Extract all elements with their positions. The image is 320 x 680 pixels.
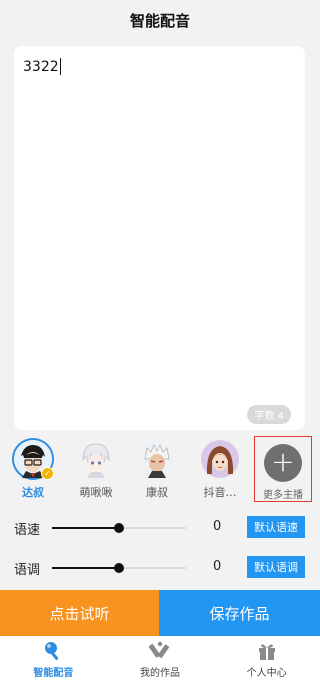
avatar-mengjiujiu — [77, 440, 115, 478]
gift-icon — [258, 644, 275, 660]
speed-value: 0 — [213, 519, 222, 534]
speed-slider-fill — [52, 527, 119, 529]
speed-row: 语速 0 默认语速 — [0, 510, 320, 546]
page-title: 智能配音 — [129, 11, 190, 30]
avatar-dashu: ✓ — [14, 440, 54, 480]
pitch-value: 0 — [213, 559, 222, 574]
pitch-row: 语调 0 默认语调 — [0, 550, 320, 586]
editor-text-line[interactable]: 3322 — [23, 58, 61, 75]
pitch-slider[interactable] — [52, 563, 186, 573]
tab-label: 智能配音 — [33, 668, 74, 679]
default-pitch-button[interactable]: 默认语调 — [247, 556, 305, 578]
more-voices-label: 更多主播 — [263, 490, 303, 501]
pitch-slider-fill — [52, 567, 119, 569]
avatar-douyin — [201, 440, 239, 478]
speed-slider-thumb[interactable] — [114, 523, 124, 533]
text-caret — [59, 58, 61, 75]
voice-item-mengjiujiu[interactable]: 萌啾啾 — [67, 440, 125, 500]
char-count-badge: 字数 4 — [247, 405, 291, 424]
action-bar: 点击试听 保存作品 — [0, 590, 320, 636]
voice-label: 康叔 — [146, 486, 168, 499]
tab-profile[interactable]: 个人中心 — [213, 636, 320, 680]
pitch-slider-thumb[interactable] — [114, 563, 124, 573]
editor-text: 3322 — [23, 58, 59, 75]
speed-slider[interactable] — [52, 523, 186, 533]
plus-icon: + — [264, 444, 302, 482]
selected-check-icon: ✓ — [41, 467, 54, 480]
header: 智能配音 — [0, 0, 320, 40]
voice-label: 达叔 — [22, 486, 44, 499]
tab-label: 我的作品 — [140, 668, 180, 679]
voice-label: 抖音… — [203, 486, 237, 499]
default-speed-button[interactable]: 默认语速 — [247, 516, 305, 538]
avatar-kangshu — [138, 440, 176, 478]
more-voices-button[interactable]: + 更多主播 — [254, 436, 312, 502]
voice-item-dashu[interactable]: ✓ 达叔 — [4, 440, 62, 500]
my-works-icon — [149, 641, 170, 659]
preview-button[interactable]: 点击试听 — [0, 590, 159, 636]
tab-smart-dub[interactable]: 智能配音 — [0, 636, 107, 680]
voice-selector: ✓ 达叔 萌啾啾 康叔 抖音… + 更多主播 — [0, 436, 320, 502]
bottom-tab-bar: 智能配音 我的作品 个人中心 — [0, 636, 320, 680]
tab-my-works[interactable]: 我的作品 — [107, 636, 214, 680]
voice-item-douyin[interactable]: 抖音… — [191, 440, 249, 500]
tab-label: 个人中心 — [246, 668, 287, 679]
voice-item-kangshu[interactable]: 康叔 — [128, 440, 186, 500]
text-editor[interactable]: 3322 字数 4 — [14, 46, 305, 430]
speed-label: 语速 — [14, 523, 41, 538]
voice-label: 萌啾啾 — [79, 486, 113, 499]
save-button[interactable]: 保存作品 — [159, 590, 320, 636]
pitch-label: 语调 — [14, 563, 41, 578]
smart-dub-icon — [45, 642, 59, 660]
